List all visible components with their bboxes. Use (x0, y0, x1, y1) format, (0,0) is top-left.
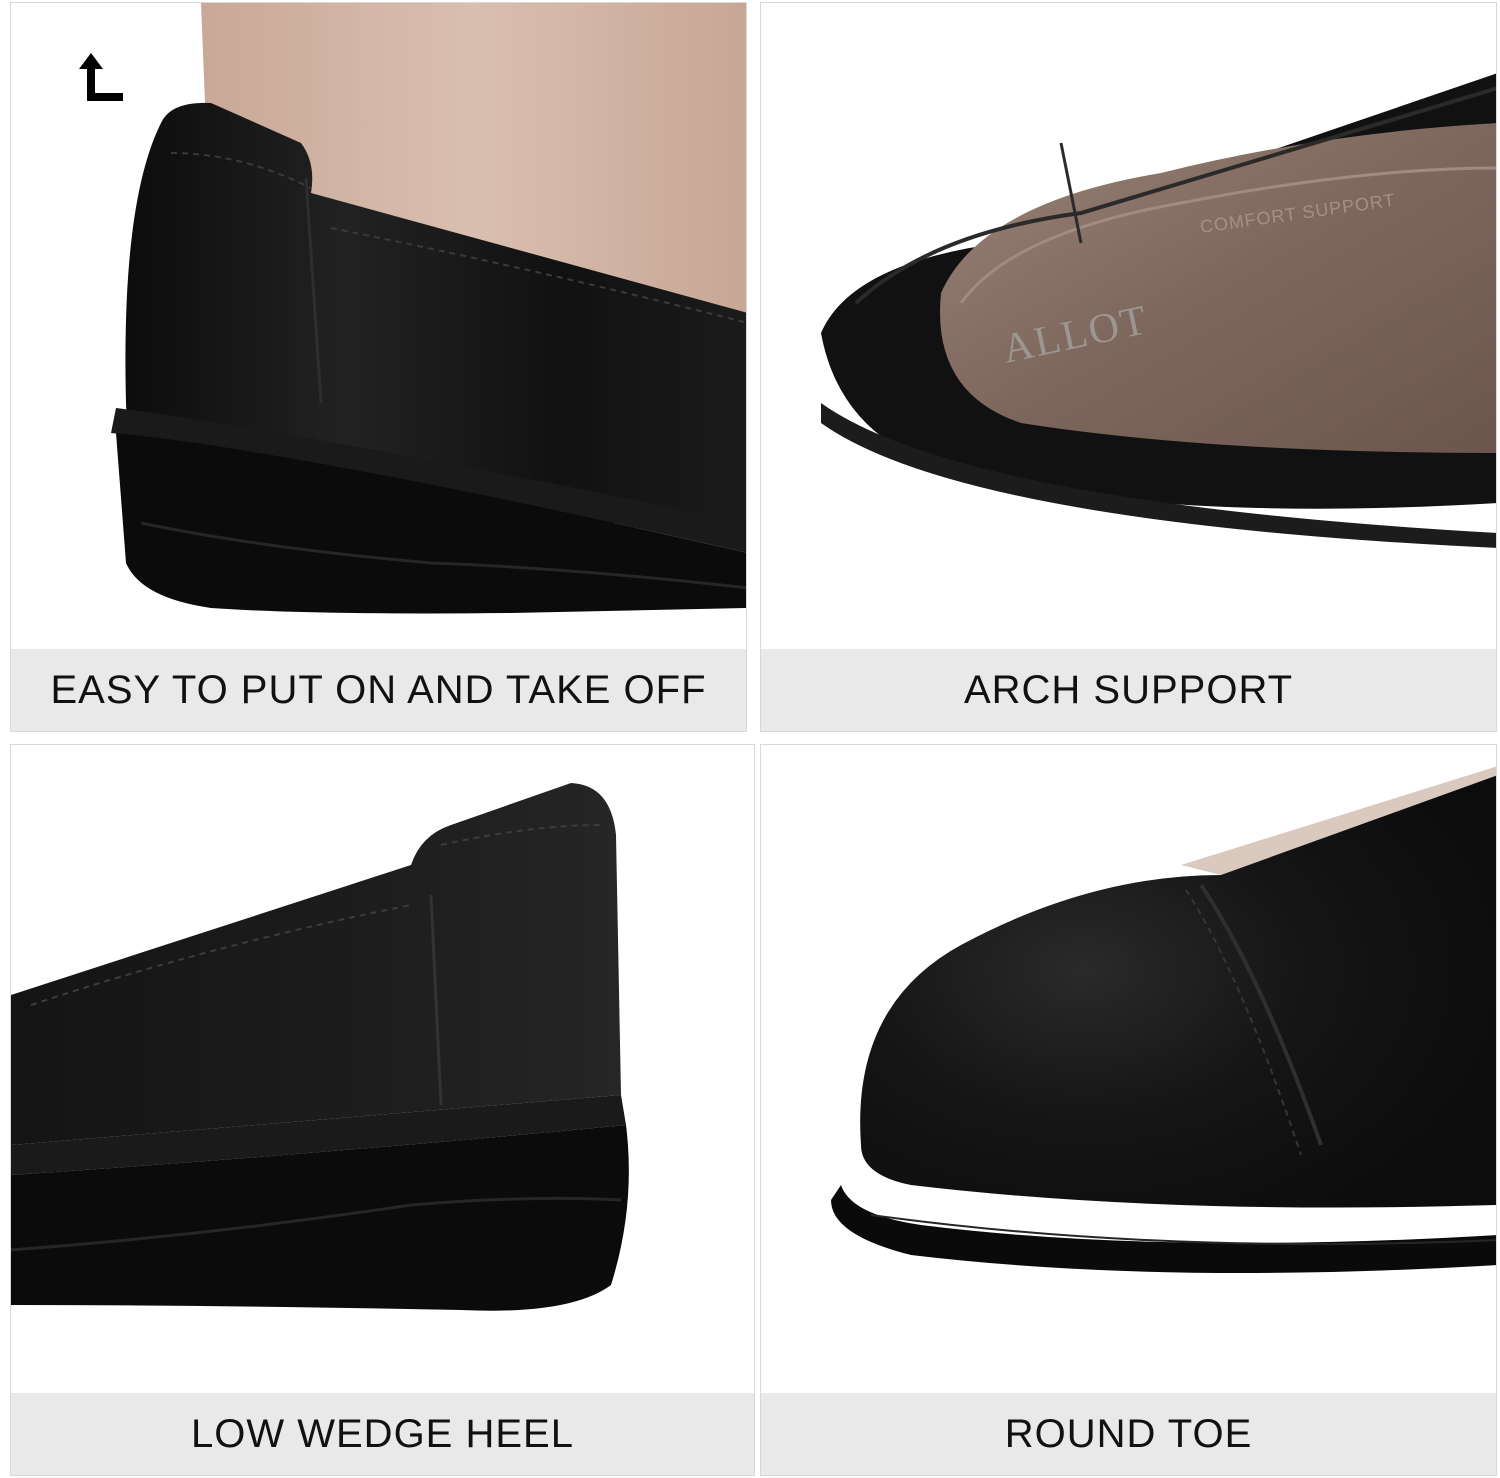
caption-low-wedge-heel: LOW WEDGE HEEL (11, 1393, 754, 1475)
feature-panel-round-toe: ROUND TOE (760, 744, 1497, 1476)
wedge-photo (11, 783, 629, 1311)
feature-panel-low-wedge: LOW WEDGE HEEL (10, 744, 755, 1476)
insole-photo: ALLOT COMFORT SUPPORT (821, 73, 1496, 548)
feature-panel-easy-on-off: EASY TO PUT ON AND TAKE OFF (10, 2, 747, 732)
caption-arch-support: ARCH SUPPORT (761, 649, 1496, 731)
arrow-up-turn-icon (79, 53, 123, 101)
caption-easy-on-off: EASY TO PUT ON AND TAKE OFF (11, 649, 746, 731)
caption-round-toe: ROUND TOE (761, 1393, 1496, 1475)
toe-photo (831, 766, 1496, 1273)
feature-panel-arch-support: ALLOT COMFORT SUPPORT ARCH SUPPORT (760, 2, 1497, 732)
